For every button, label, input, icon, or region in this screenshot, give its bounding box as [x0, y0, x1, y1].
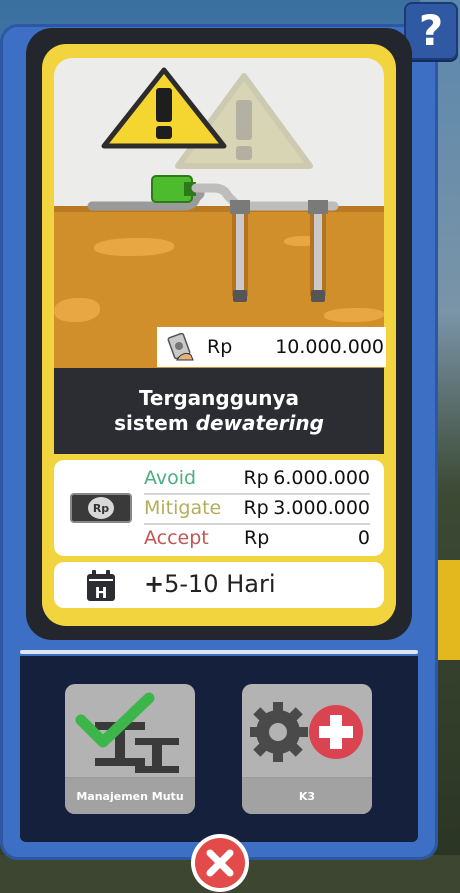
- help-button[interactable]: ?: [404, 2, 458, 60]
- option-name: Accept: [144, 527, 209, 549]
- background-crane: [436, 560, 460, 660]
- risk-title-line2: sistem dewatering: [114, 411, 324, 435]
- option-name: Mitigate: [144, 497, 222, 519]
- option-amount: 0: [357, 527, 370, 549]
- warning-icon: [101, 67, 313, 169]
- option-currency: Rp: [243, 497, 269, 519]
- help-icon: ?: [418, 6, 444, 55]
- risk-cost-value: 10.000.000: [275, 336, 384, 358]
- option-amount: 3.000.000: [273, 497, 370, 519]
- option-avoid[interactable]: Avoid Rp 6.000.000: [144, 464, 370, 492]
- quality-check-beams-icon: [75, 692, 179, 773]
- calendar-icon: H: [87, 570, 115, 602]
- duration-value: +5-10 Hari: [144, 570, 276, 598]
- option-amount: 6.000.000: [273, 467, 370, 489]
- tool-label: Manajemen Mutu: [65, 777, 195, 814]
- risk-title-line1: Terganggunya: [138, 386, 300, 410]
- option-name: Avoid: [144, 467, 197, 489]
- option-currency: Rp: [244, 527, 270, 549]
- option-currency: Rp: [243, 467, 269, 489]
- money-badge-icon: Rp: [70, 493, 132, 523]
- dewatering-pump-illustration: [87, 175, 339, 302]
- tool-k3-button[interactable]: K3: [242, 684, 372, 814]
- response-options: Rp Avoid Rp 6.000.000 Mitigate Rp 3.000.…: [54, 460, 384, 556]
- risk-illustration: [54, 58, 384, 368]
- money-hand-icon: [167, 333, 194, 361]
- risk-duration: H +5-10 Hari: [54, 562, 384, 608]
- svg-text:H: H: [95, 584, 108, 602]
- option-mitigate[interactable]: Mitigate Rp 3.000.000: [144, 494, 370, 522]
- risk-cost-currency: Rp: [207, 336, 233, 358]
- tool-quality-management-button[interactable]: Manajemen Mutu: [65, 684, 195, 814]
- tool-label: K3: [242, 777, 372, 814]
- panel-divider: [20, 650, 418, 654]
- soil-texture: [324, 308, 384, 322]
- risk-title: Terganggunya sistem dewatering: [54, 368, 384, 454]
- gear-first-aid-icon: [250, 702, 363, 762]
- risk-cost: Rp 10.000.000: [157, 327, 386, 367]
- risk-title-emphasis: dewatering: [195, 411, 324, 435]
- close-icon: [206, 849, 234, 877]
- close-button[interactable]: [191, 834, 249, 892]
- option-accept[interactable]: Accept Rp 0: [144, 524, 370, 552]
